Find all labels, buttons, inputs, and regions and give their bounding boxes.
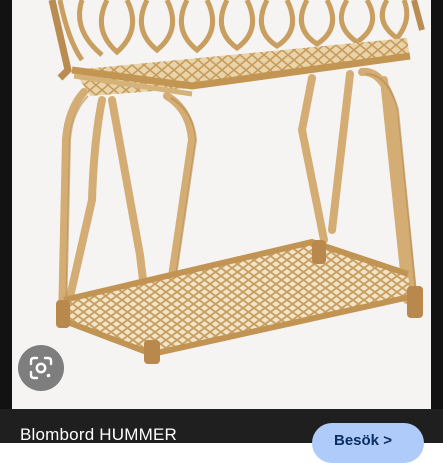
google-lens-icon bbox=[29, 356, 53, 380]
right-dark-margin bbox=[431, 0, 443, 409]
google-lens-button[interactable] bbox=[18, 345, 64, 391]
rattan-plant-stand-illustration bbox=[48, 0, 425, 364]
product-title[interactable]: Blombord HUMMER bbox=[20, 425, 177, 445]
left-dark-margin bbox=[0, 0, 12, 409]
product-image[interactable] bbox=[12, 0, 431, 409]
visit-button[interactable]: Besök > bbox=[312, 423, 424, 463]
